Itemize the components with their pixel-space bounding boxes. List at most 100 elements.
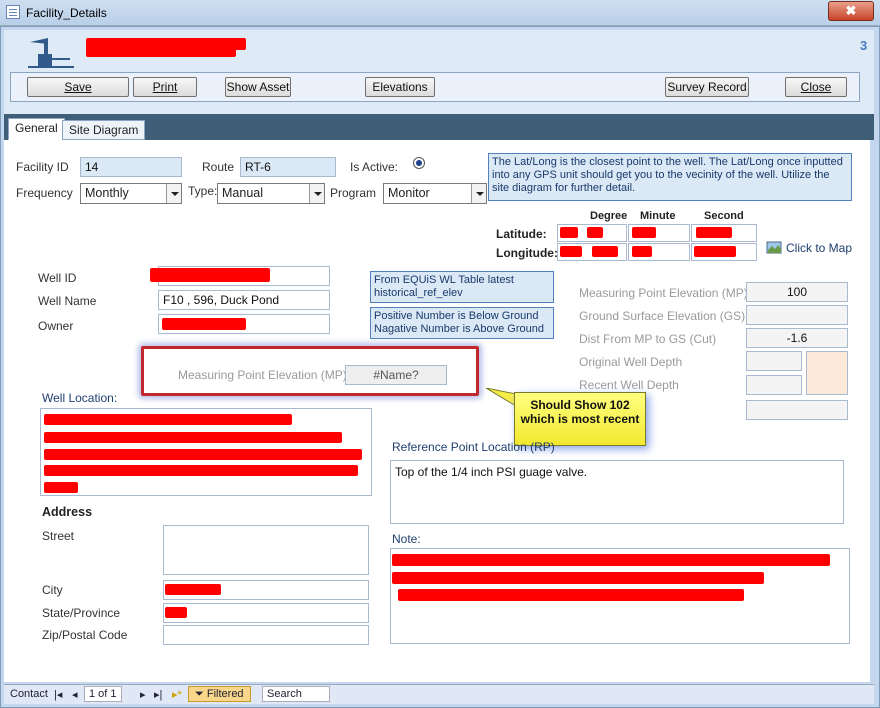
coordinate-redaction xyxy=(587,227,603,238)
latitude-label: Latitude: xyxy=(496,227,547,241)
click-to-map-link[interactable]: Click to Map xyxy=(786,241,852,255)
window-close-button[interactable]: ✖ xyxy=(828,1,874,21)
latlong-info-note: The Lat/Long is the closest point to the… xyxy=(488,153,852,201)
next-record-button[interactable]: ▸ xyxy=(140,688,146,701)
route-field[interactable]: RT-6 xyxy=(240,157,336,177)
street-field[interactable] xyxy=(163,525,369,575)
is-active-label: Is Active: xyxy=(350,160,399,174)
frequency-select[interactable]: Monthly xyxy=(80,183,182,204)
extra-depth-field[interactable] xyxy=(746,400,848,420)
ref-point-field[interactable]: Top of the 1/4 inch PSI guage valve. xyxy=(390,460,844,524)
oil-rig-logo-icon xyxy=(28,38,74,68)
new-record-button[interactable]: ▸* xyxy=(172,688,182,701)
program-label: Program xyxy=(330,186,377,200)
coordinate-redaction xyxy=(696,227,732,238)
close-button[interactable]: Close xyxy=(785,77,847,97)
well-location-redaction xyxy=(44,414,292,425)
state-redaction xyxy=(165,607,187,618)
page-number: 3 xyxy=(860,38,868,53)
city-redaction xyxy=(165,584,221,595)
save-button[interactable]: Save xyxy=(27,77,129,97)
coordinate-redaction xyxy=(632,246,652,257)
zip-label: Zip/Postal Code xyxy=(42,628,128,642)
city-label: City xyxy=(42,583,63,597)
current-record-field[interactable]: 1 of 1 xyxy=(84,686,122,702)
mp-elevation-label: Measuring Point Elevation (MP) xyxy=(579,286,748,300)
tab-site-diagram[interactable]: Site Diagram xyxy=(62,120,146,140)
chevron-down-icon[interactable] xyxy=(309,184,324,203)
street-label: Street xyxy=(42,529,75,543)
record-label: Contact xyxy=(10,688,48,700)
note-label: Note: xyxy=(392,532,421,546)
facility-id-field[interactable]: 14 xyxy=(80,157,182,177)
type-value: Manual xyxy=(222,186,263,200)
well-name-field[interactable]: F10 , 596, Duck Pond xyxy=(158,290,330,310)
owner-label: Owner xyxy=(38,319,74,333)
chevron-down-icon[interactable] xyxy=(471,184,486,203)
ref-point-label: Reference Point Location (RP) xyxy=(392,440,555,454)
well-location-redaction xyxy=(44,465,358,476)
survey-record-button[interactable]: Survey Record xyxy=(665,77,749,97)
frequency-value: Monthly xyxy=(85,186,129,200)
well-location-redaction xyxy=(44,449,362,460)
facility-id-label: Facility ID xyxy=(16,160,69,174)
note-redaction xyxy=(392,572,764,584)
chevron-down-icon[interactable] xyxy=(166,184,181,203)
gs-elevation-label: Ground Surface Elevation (GS) xyxy=(579,309,746,323)
original-well-depth-field[interactable] xyxy=(746,351,802,371)
coordinate-redaction xyxy=(560,246,582,257)
mp-elevation-error-field[interactable]: #Name? xyxy=(345,365,447,385)
tab-bar: General Site Diagram xyxy=(4,114,874,140)
print-button[interactable]: Print xyxy=(133,77,197,97)
degree-header: Degree xyxy=(590,210,628,222)
coordinate-redaction xyxy=(632,227,656,238)
button-toolbar: Save Print Show Asset Elevations Survey … xyxy=(10,72,860,102)
type-select[interactable]: Manual xyxy=(217,183,325,204)
map-icon[interactable] xyxy=(766,240,782,254)
well-id-label: Well ID xyxy=(38,271,77,285)
elevations-button[interactable]: Elevations xyxy=(365,77,435,97)
mp-to-gs-cut-field[interactable]: -1.6 xyxy=(746,328,848,348)
equis-info-note: From EQUiS WL Table latest historical_re… xyxy=(370,271,554,303)
gs-elevation-field[interactable] xyxy=(746,305,848,325)
state-field[interactable] xyxy=(163,603,369,623)
record-navigation-bar: Contact |◂ ◂ 1 of 1 ▸ ▸| ▸* ⏷ Filtered S… xyxy=(4,684,874,704)
recent-well-depth-field[interactable] xyxy=(746,375,802,395)
owner-redaction xyxy=(162,318,246,330)
frequency-label: Frequency xyxy=(16,186,73,200)
second-header: Second xyxy=(704,210,744,222)
window-titlebar: Facility_Details xyxy=(0,0,880,26)
well-name-label: Well Name xyxy=(38,294,97,308)
is-active-radio[interactable] xyxy=(413,157,425,169)
state-label: State/Province xyxy=(42,606,121,620)
longitude-label: Longitude: xyxy=(496,246,558,260)
search-box[interactable]: Search xyxy=(262,686,330,702)
filtered-button[interactable]: ⏷ Filtered xyxy=(188,686,251,702)
mp-elevation-field[interactable]: 100 xyxy=(746,282,848,302)
window-title: Facility_Details xyxy=(26,6,107,20)
show-asset-button[interactable]: Show Asset xyxy=(225,77,291,97)
last-record-button[interactable]: ▸| xyxy=(154,688,162,701)
sign-info-note: Positive Number is Below Ground Nagative… xyxy=(370,307,554,339)
first-record-button[interactable]: |◂ xyxy=(54,688,62,701)
recent-well-depth-label: Recent Well Depth xyxy=(579,378,679,392)
filtered-label: Filtered xyxy=(206,688,244,700)
mp-to-gs-cut-label: Dist From MP to GS (Cut) xyxy=(579,332,717,346)
coordinate-redaction xyxy=(592,246,618,257)
well-id-redaction xyxy=(150,268,270,282)
program-select[interactable]: Monitor xyxy=(383,183,487,204)
program-value: Monitor xyxy=(388,186,430,200)
type-label: Type: xyxy=(188,184,218,198)
depth-highlight-box xyxy=(806,351,848,395)
well-location-redaction xyxy=(44,482,78,493)
annotation-callout: Should Show 102 which is most recent xyxy=(514,392,646,446)
zip-field[interactable] xyxy=(163,625,369,645)
well-location-label: Well Location: xyxy=(42,391,118,405)
route-label: Route xyxy=(202,160,235,174)
tab-general[interactable]: General xyxy=(8,118,65,140)
filter-icon: ⏷ xyxy=(195,688,204,700)
form-icon xyxy=(6,5,20,19)
previous-record-button[interactable]: ◂ xyxy=(72,688,78,701)
note-redaction xyxy=(398,589,744,601)
note-redaction xyxy=(392,554,830,566)
